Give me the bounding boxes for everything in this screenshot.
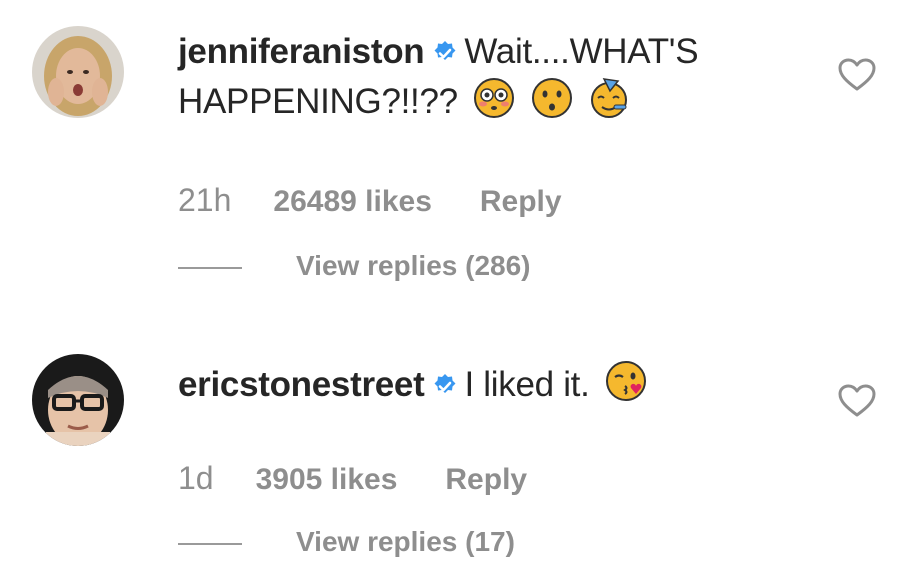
view-replies-label: View replies (17) <box>296 526 515 557</box>
like-heart-icon[interactable] <box>838 384 876 423</box>
username[interactable]: ericstonestreet <box>178 365 425 404</box>
verified-badge-icon <box>432 366 458 410</box>
likes-count[interactable]: 26489 likes <box>273 185 431 218</box>
view-replies-button[interactable]: View replies (286) <box>178 250 531 282</box>
comment-body-line2: HAPPENING?!!?? <box>178 82 458 121</box>
timestamp: 21h <box>178 182 232 218</box>
kissing-winking-face-icon <box>605 360 647 413</box>
comment-body-line1: I liked it. <box>464 365 590 404</box>
comment-text: jenniferaniston Wait....WHAT'S HAPPENING?… <box>178 30 830 130</box>
view-replies-label: View replies (286) <box>296 250 531 281</box>
likes-count[interactable]: 3905 likes <box>256 463 398 496</box>
verified-badge-icon <box>432 33 458 77</box>
divider-line <box>178 542 242 545</box>
like-heart-icon[interactable] <box>838 58 876 97</box>
hushed-face-icon <box>531 77 573 130</box>
partying-face-icon <box>588 77 630 130</box>
timestamp: 1d <box>178 460 214 496</box>
reply-button[interactable]: Reply <box>480 185 562 218</box>
flushed-face-icon <box>473 77 515 130</box>
reply-button[interactable]: Reply <box>445 463 527 496</box>
username[interactable]: jenniferaniston <box>178 32 425 71</box>
divider-line <box>178 266 242 269</box>
avatar-jenniferaniston-icon <box>32 26 124 118</box>
avatar[interactable] <box>32 26 124 118</box>
comment-text: ericstonestreet I liked it. <box>178 360 830 413</box>
comment-body-line1: Wait....WHAT'S <box>464 32 699 71</box>
avatar-ericstonestreet-icon <box>32 354 124 446</box>
comment-meta: 1d 3905 likes Reply <box>178 460 527 497</box>
avatar[interactable] <box>32 354 124 446</box>
comment-meta: 21h 26489 likes Reply <box>178 182 562 219</box>
view-replies-button[interactable]: View replies (17) <box>178 526 515 558</box>
